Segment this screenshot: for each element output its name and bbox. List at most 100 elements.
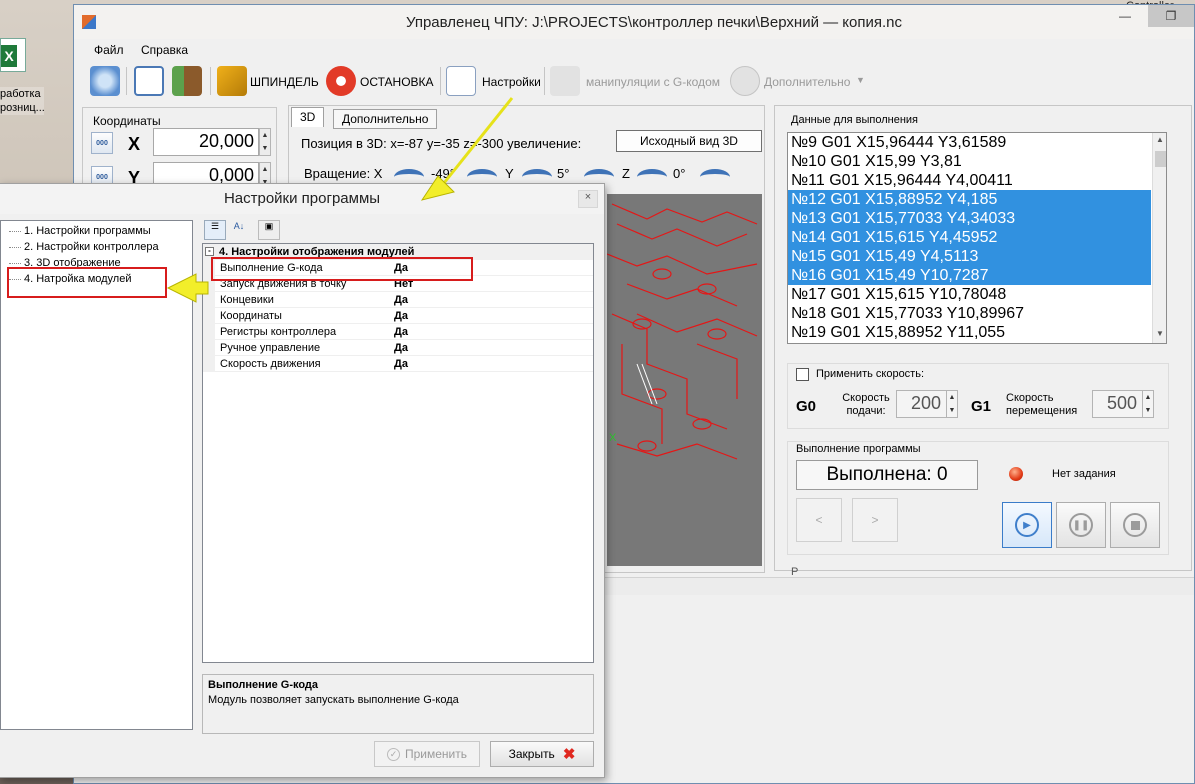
rotate-right-icon[interactable] bbox=[700, 169, 730, 185]
property-row[interactable]: Координаты Да bbox=[203, 308, 593, 324]
gcode-line[interactable]: №16 G01 X15,49 Y10,7287 bbox=[788, 266, 1151, 285]
maximize-icon[interactable]: ❐ bbox=[1148, 5, 1194, 27]
tab-additional[interactable]: Дополнительно bbox=[333, 109, 438, 129]
rotation-y-label: Y bbox=[505, 166, 514, 181]
property-value[interactable]: Да bbox=[394, 308, 408, 324]
close-label: Закрыть bbox=[508, 747, 555, 761]
property-row[interactable]: Регистры контроллера Да bbox=[203, 324, 593, 340]
coordinates-title: Координаты bbox=[93, 114, 161, 128]
g0-label: G0 bbox=[796, 398, 817, 415]
gcode-manip-button[interactable]: манипуляции с G-кодом bbox=[586, 75, 720, 89]
connect-icon[interactable] bbox=[90, 66, 120, 96]
gcode-line[interactable]: №9 G01 X15,96444 Y3,61589 bbox=[788, 133, 1151, 152]
property-row[interactable]: Ручное управление Да bbox=[203, 340, 593, 356]
gcode-line[interactable]: №19 G01 X15,88952 Y11,055 bbox=[788, 323, 1151, 342]
dialog-title: Настройки программы bbox=[0, 184, 604, 214]
gcode-line[interactable]: №10 G01 X15,99 Y3,81 bbox=[788, 152, 1151, 171]
prev-button[interactable]: < bbox=[796, 498, 842, 542]
executed-status: Выполнена: 0 bbox=[796, 460, 978, 490]
position-readout: Позиция в 3D: x=-87 y=-35 z=-300 увеличе… bbox=[301, 136, 582, 151]
stop-button[interactable]: ОСТАНОВКА bbox=[360, 75, 434, 89]
close-button[interactable]: Закрыть ✖ bbox=[490, 741, 594, 767]
property-pages-icon[interactable]: ▣ bbox=[258, 220, 280, 240]
row-gutter bbox=[203, 340, 215, 356]
settings-dialog: Настройки программы × 1. Настройки прогр… bbox=[0, 183, 605, 778]
property-grid: - 4. Настройки отображения модулей Выпол… bbox=[202, 243, 594, 663]
open-file-icon[interactable] bbox=[134, 66, 164, 96]
apply-speed-label: Применить скорость: bbox=[816, 368, 925, 380]
collapse-icon[interactable]: - bbox=[205, 247, 214, 256]
toolbar: ШПИНДЕЛЬ ОСТАНОВКА Настройки манипуляции… bbox=[74, 61, 1194, 101]
apply-speed-checkbox[interactable] bbox=[796, 368, 809, 381]
status-led-icon bbox=[1009, 467, 1023, 481]
gcode-manip-icon[interactable] bbox=[550, 66, 580, 96]
view3d-canvas[interactable] bbox=[607, 194, 762, 566]
property-value[interactable]: Да bbox=[394, 340, 408, 356]
gcode-line[interactable]: №14 G01 X15,615 Y4,45952 bbox=[788, 228, 1151, 247]
row-gutter bbox=[203, 308, 215, 324]
tab-3d[interactable]: 3D bbox=[291, 107, 325, 127]
drill-icon[interactable] bbox=[217, 66, 247, 96]
tree-item-controller[interactable]: 2. Настройки контроллера bbox=[9, 241, 159, 253]
additional-icon[interactable] bbox=[730, 66, 760, 96]
sort-az-icon[interactable]: A↓ bbox=[228, 220, 250, 240]
categorized-icon[interactable]: ☰ bbox=[204, 220, 226, 240]
window-title: Управленец ЧПУ: J:\PROJECTS\контроллер п… bbox=[405, 14, 903, 31]
stop-icon[interactable] bbox=[326, 66, 356, 96]
property-value[interactable]: Да bbox=[394, 356, 408, 372]
tree-item-program[interactable]: 1. Настройки программы bbox=[9, 225, 151, 237]
x-axis-label: X bbox=[128, 134, 141, 154]
gcode-list[interactable]: №9 G01 X15,96444 Y3,61589 №10 G01 X15,99 … bbox=[787, 132, 1167, 344]
gcode-line[interactable]: №15 G01 X15,49 Y4,5113 bbox=[788, 247, 1151, 266]
pause-button[interactable]: ❚❚ bbox=[1056, 502, 1106, 548]
gcode-line[interactable]: №13 G01 X15,77033 Y4,34033 bbox=[788, 209, 1151, 228]
initial-view-button[interactable]: Исходный вид 3D bbox=[616, 130, 762, 152]
stop-exec-button[interactable] bbox=[1110, 502, 1160, 548]
check-icon: ✓ bbox=[386, 747, 400, 761]
excel-file-icon[interactable]: X bbox=[0, 38, 26, 72]
gcode-line[interactable]: №18 G01 X15,77033 Y10,89967 bbox=[788, 304, 1151, 323]
annotation-highlight-box bbox=[7, 267, 167, 298]
x-spinner[interactable]: ▲ ▼ bbox=[259, 128, 271, 156]
settings-notepad-icon[interactable] bbox=[446, 66, 476, 96]
rotation-z-value: 0° bbox=[673, 166, 686, 181]
x-coordinate-input[interactable]: 20,000 bbox=[153, 128, 259, 156]
dialog-close-icon[interactable]: × bbox=[578, 190, 598, 208]
scroll-down-icon[interactable]: ▼ bbox=[1156, 329, 1164, 338]
exit-icon[interactable] bbox=[172, 66, 202, 96]
gcode-line[interactable]: №11 G01 X15,96444 Y4,00411 bbox=[788, 171, 1151, 190]
scroll-thumb[interactable] bbox=[1155, 151, 1166, 167]
settings-button[interactable]: Настройки bbox=[482, 75, 541, 89]
menu-bar: Файл Справка bbox=[74, 41, 1194, 61]
zero-x-button[interactable]: 000 bbox=[91, 132, 113, 154]
next-button[interactable]: > bbox=[852, 498, 898, 542]
property-value[interactable]: Да bbox=[394, 324, 408, 340]
menu-file[interactable]: Файл bbox=[94, 43, 124, 57]
feed-spinner[interactable]: ▲ ▼ bbox=[946, 390, 958, 418]
additional-button[interactable]: Дополнительно bbox=[764, 75, 850, 89]
property-description: Выполнение G-кода Модуль позволяет запус… bbox=[202, 674, 594, 734]
pause-icon: ❚❚ bbox=[1069, 513, 1093, 537]
scroll-up-icon[interactable]: ▲ bbox=[1156, 135, 1164, 144]
toolpath-drawing bbox=[607, 203, 758, 460]
property-value[interactable]: Да bbox=[394, 292, 408, 308]
menu-help[interactable]: Справка bbox=[141, 43, 188, 57]
apply-button[interactable]: ✓ Применить bbox=[374, 741, 480, 767]
program-execution-group: Выполнение программы Выполнена: 0 Нет за… bbox=[787, 441, 1169, 555]
rotate-left-icon[interactable] bbox=[637, 169, 667, 185]
play-icon: ▶ bbox=[1015, 513, 1039, 537]
gcode-line[interactable]: №17 G01 X15,615 Y10,78048 bbox=[788, 285, 1151, 304]
gcode-line[interactable]: №12 G01 X15,88952 Y4,185 bbox=[788, 190, 1151, 209]
play-button[interactable]: ▶ bbox=[1002, 502, 1052, 548]
property-row[interactable]: Скорость движения Да bbox=[203, 356, 593, 372]
annotation-highlight-box bbox=[211, 257, 473, 281]
property-row[interactable]: Концевики Да bbox=[203, 292, 593, 308]
desktop-file-label[interactable]: работка розниц... bbox=[0, 87, 45, 115]
gcode-scrollbar[interactable]: ▲ ▼ bbox=[1152, 133, 1166, 343]
property-name: Концевики bbox=[220, 294, 274, 306]
property-name: Регистры контроллера bbox=[220, 326, 337, 338]
chevron-down-icon[interactable]: ▼ bbox=[856, 75, 865, 85]
minimize-icon[interactable]: — bbox=[1102, 5, 1148, 27]
move-spinner[interactable]: ▲ ▼ bbox=[1142, 390, 1154, 418]
spindle-button[interactable]: ШПИНДЕЛЬ bbox=[250, 75, 319, 89]
